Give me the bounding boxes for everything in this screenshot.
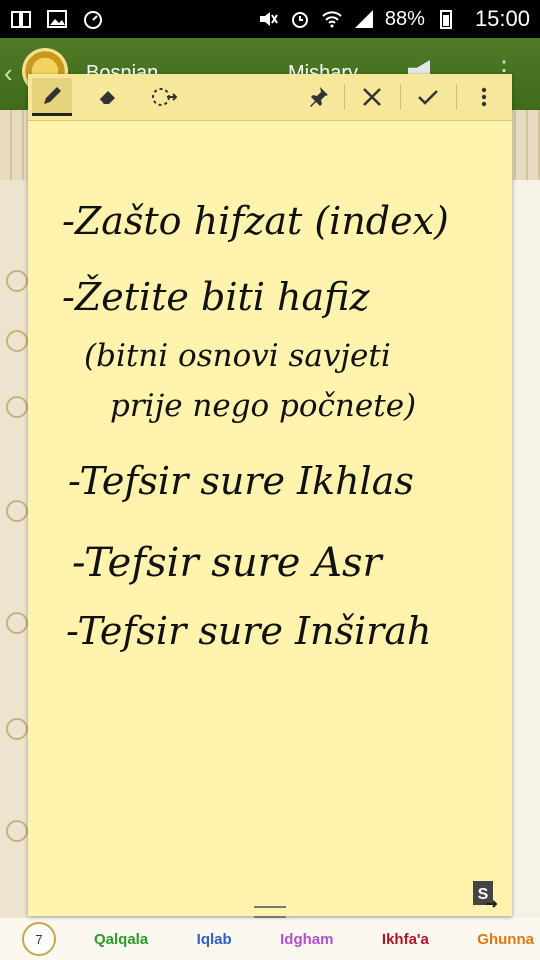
note-line: -Zašto hifzat (index) bbox=[62, 199, 449, 243]
eraser-icon bbox=[98, 91, 115, 105]
note-line: -Tefsir sure Asr bbox=[72, 540, 385, 586]
toolbar-divider bbox=[344, 84, 345, 110]
legend-item-iqlab[interactable]: Iqlab bbox=[197, 931, 232, 948]
alarm-icon bbox=[291, 12, 308, 28]
close-button[interactable] bbox=[352, 78, 392, 116]
pin-button[interactable] bbox=[298, 78, 338, 116]
back-icon[interactable]: ‹ bbox=[4, 58, 13, 89]
lasso-icon bbox=[152, 88, 178, 106]
note-line: (bitni osnovi savjeti bbox=[84, 338, 391, 374]
legend-item-qalqala[interactable]: Qalqala bbox=[94, 931, 148, 948]
close-icon bbox=[363, 88, 381, 106]
legend-item-ghunna[interactable]: Ghunna bbox=[477, 931, 534, 948]
signal-icon bbox=[354, 10, 373, 28]
svg-text:S: S bbox=[478, 886, 489, 903]
lasso-button[interactable] bbox=[144, 78, 184, 116]
more-icon bbox=[481, 87, 487, 107]
confirm-button[interactable] bbox=[408, 78, 448, 116]
toolbar-divider bbox=[400, 84, 401, 110]
page-number-badge: 7 bbox=[22, 922, 56, 956]
ayah-marker bbox=[6, 270, 28, 292]
note-line: -Tefsir sure Ikhlas bbox=[68, 459, 414, 503]
ayah-marker bbox=[6, 718, 28, 740]
gallery-icon bbox=[47, 10, 67, 28]
status-bar: 88% 15:00 bbox=[0, 0, 540, 38]
tajweed-legend: 7 Qalqala Iqlab Idgham Ikhfa'a Ghunna bbox=[0, 918, 540, 960]
battery-percent: 88% bbox=[384, 7, 425, 30]
pen-icon bbox=[44, 86, 61, 104]
book-icon bbox=[11, 11, 31, 28]
s-note-icon[interactable]: S bbox=[472, 880, 498, 910]
legend-item-ikhfaa[interactable]: Ikhfa'a bbox=[382, 931, 429, 948]
more-options-button[interactable] bbox=[464, 78, 504, 116]
toolbar-divider bbox=[456, 84, 457, 110]
resize-handle[interactable] bbox=[254, 906, 286, 918]
pin-icon bbox=[310, 87, 328, 107]
eraser-button[interactable] bbox=[88, 78, 128, 116]
battery-icon bbox=[439, 10, 452, 29]
mute-icon bbox=[259, 12, 278, 26]
clock: 15:00 bbox=[474, 6, 530, 31]
wifi-icon bbox=[322, 11, 342, 28]
legend-item-idgham[interactable]: Idgham bbox=[280, 931, 333, 948]
note-toolbar bbox=[28, 74, 512, 121]
check-icon bbox=[418, 90, 438, 105]
ayah-marker bbox=[6, 396, 28, 418]
note-line: -Žetite biti hafiz bbox=[62, 275, 370, 319]
page-margin-left bbox=[0, 180, 28, 918]
timer-icon bbox=[84, 11, 102, 29]
handwriting-canvas[interactable]: -Zašto hifzat (index) -Žetite biti hafiz… bbox=[28, 120, 512, 916]
note-panel[interactable]: -Zašto hifzat (index) -Žetite biti hafiz… bbox=[28, 74, 512, 918]
ayah-marker bbox=[6, 330, 28, 352]
ayah-marker bbox=[6, 612, 28, 634]
note-line: prije nego počnete) bbox=[110, 388, 416, 424]
pen-button[interactable] bbox=[32, 78, 72, 116]
ayah-marker bbox=[6, 500, 28, 522]
ayah-marker bbox=[6, 820, 28, 842]
note-line: -Tefsir sure Inširah bbox=[66, 609, 431, 653]
page-margin-right bbox=[512, 180, 540, 918]
